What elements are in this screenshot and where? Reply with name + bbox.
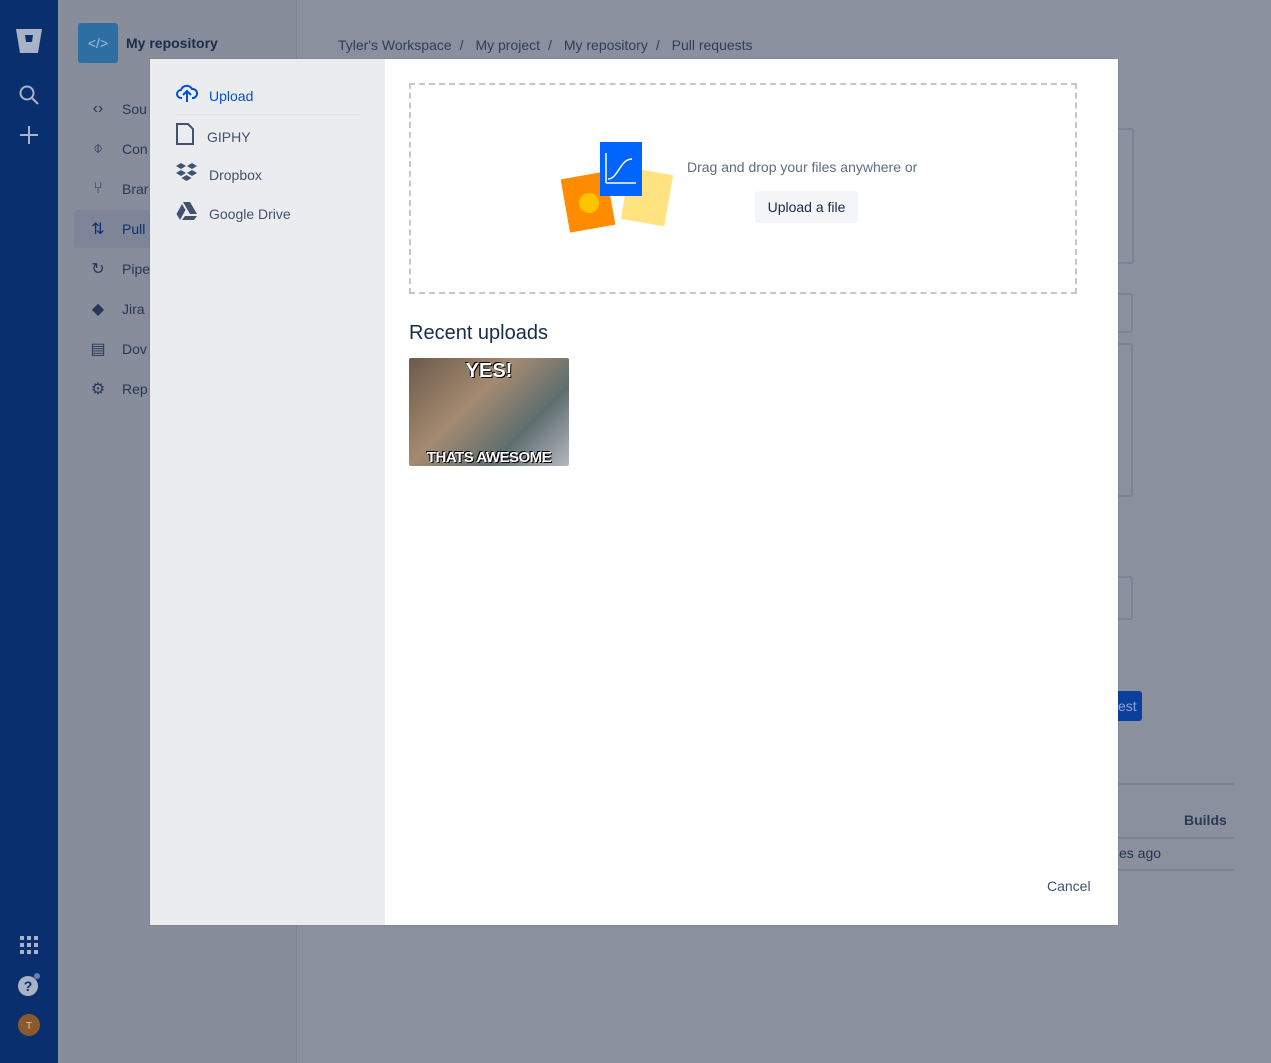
help-icon[interactable]: ? [14,970,44,1000]
cloud-upload-icon [176,83,209,108]
dropbox-icon [176,162,209,187]
google-drive-icon [176,201,209,226]
commit-icon: ⌽ [93,140,103,157]
repo-name: My repository [126,35,218,51]
svg-text:?: ? [24,978,33,994]
divider [1118,783,1234,785]
file-picker-modal: Upload GIPHY Dropbox Google Drive Drag a… [150,59,1118,925]
pipelines-icon: ↻ [91,261,105,278]
apps-grid-icon[interactable] [14,930,44,960]
divider [175,114,360,115]
breadcrumb-workspace[interactable]: Tyler's Workspace [338,37,452,53]
document-icon: ▤ [90,341,106,358]
search-icon[interactable] [14,80,44,110]
breadcrumb: Tyler's Workspace / My project / My reposi… [338,37,753,53]
pull-request-icon: ⇅ [91,221,105,238]
source-google-drive[interactable]: Google Drive [176,201,291,226]
time-text: es ago [1119,845,1162,861]
breadcrumb-pull-requests[interactable]: Pull requests [672,37,753,53]
breadcrumb-repository[interactable]: My repository [564,37,648,53]
svg-text:T: T [26,1021,32,1032]
drop-instructions: Drag and drop your files anywhere or [687,159,918,175]
recent-uploads-title: Recent uploads [409,322,548,344]
file-icon [176,123,207,150]
global-nav: ? T [0,0,58,1063]
upload-file-button[interactable]: Upload a file [755,191,858,223]
breadcrumb-project[interactable]: My project [475,37,540,53]
recent-upload-thumbnail[interactable]: YES! THATS AWESOME [409,358,569,466]
divider [1118,869,1234,871]
builds-header: Builds [1184,812,1227,828]
divider [1118,837,1234,839]
settings-icon: ⚙ [90,381,106,398]
source-upload[interactable]: Upload [176,83,253,108]
plus-icon[interactable] [14,120,44,150]
bitbucket-logo[interactable] [14,26,44,56]
files-illustration [561,142,674,233]
cancel-button[interactable]: Cancel [1047,878,1091,894]
user-avatar[interactable]: T [14,1010,44,1040]
source-dropbox[interactable]: Dropbox [176,162,262,187]
code-icon: ‹› [92,100,104,117]
repo-avatar: </> [78,23,118,63]
branch-icon: ⑂ [93,180,103,197]
drop-zone[interactable]: Drag and drop your files anywhere or Upl… [409,83,1077,294]
source-giphy[interactable]: GIPHY [176,123,251,150]
source-sidebar: Upload GIPHY Dropbox Google Drive [150,59,385,925]
jira-icon: ◆ [91,301,105,318]
